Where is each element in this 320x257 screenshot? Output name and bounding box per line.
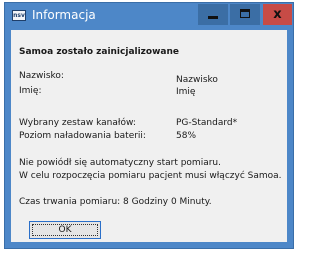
dialog-window: nsv Informacja x Samoa zostało zainicjal… bbox=[4, 2, 294, 249]
maximize-button[interactable] bbox=[230, 4, 260, 25]
dialog-heading: Samoa zostało zainicjalizowane bbox=[19, 47, 180, 57]
channel-set-value: PG-Standard* bbox=[176, 118, 238, 128]
channel-set-label: Wybrany zestaw kanałów: bbox=[19, 118, 136, 128]
minimize-icon bbox=[208, 16, 218, 19]
window-title: Informacja bbox=[32, 8, 96, 22]
message-line-2: W celu rozpoczęcia pomiaru pacjent musi … bbox=[19, 171, 282, 181]
duration-text: Czas trwania pomiaru: 8 Godziny 0 Minuty… bbox=[19, 197, 212, 207]
ok-button-label: OK bbox=[58, 225, 72, 235]
battery-value: 58% bbox=[176, 131, 197, 141]
battery-label: Poziom naładowania baterii: bbox=[19, 131, 146, 141]
firstname-value: Imię bbox=[176, 87, 196, 97]
maximize-icon bbox=[240, 9, 250, 18]
close-button[interactable]: x bbox=[263, 4, 292, 25]
app-icon: nsv bbox=[12, 10, 26, 21]
title-bar[interactable]: nsv Informacja x bbox=[5, 3, 293, 30]
minimize-button[interactable] bbox=[198, 4, 228, 25]
close-icon: x bbox=[273, 7, 282, 22]
dialog-content: Samoa zostało zainicjalizowane Nazwisko:… bbox=[11, 30, 287, 242]
message-line-1: Nie powiódł się automatyczny start pomia… bbox=[19, 158, 221, 168]
surname-value: Nazwisko bbox=[176, 75, 218, 85]
ok-button[interactable]: OK bbox=[29, 221, 101, 239]
firstname-label: Imię: bbox=[19, 86, 42, 96]
surname-label: Nazwisko: bbox=[19, 71, 64, 81]
